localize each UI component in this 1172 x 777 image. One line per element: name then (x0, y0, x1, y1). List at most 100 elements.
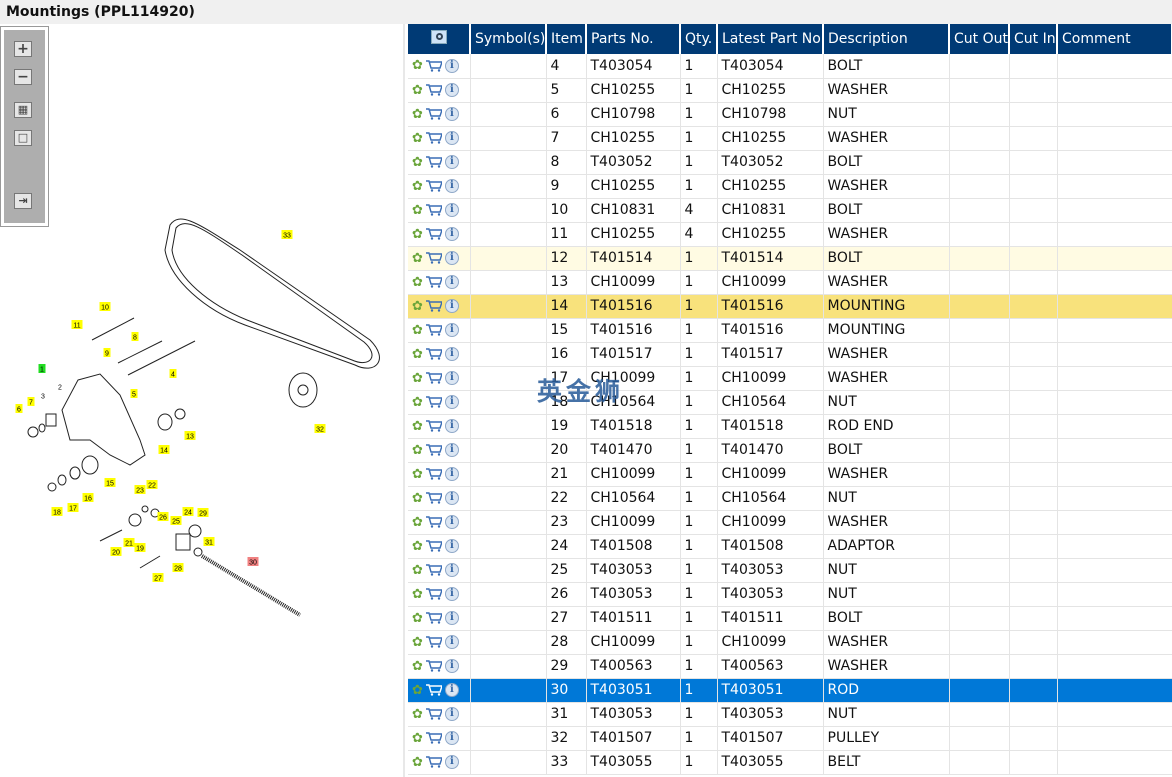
info-icon[interactable]: i (444, 299, 459, 313)
gear-icon[interactable]: ✿ (412, 659, 423, 674)
column-header[interactable]: Comment (1057, 24, 1172, 54)
table-row[interactable]: ✿ i 24 T401508 1 T401508 ADAPTOR (408, 534, 1172, 559)
info-icon[interactable]: i (444, 707, 459, 721)
cart-icon[interactable] (425, 564, 442, 576)
info-icon[interactable]: i (444, 179, 459, 193)
cart-icon[interactable] (425, 540, 442, 552)
info-icon[interactable]: i (444, 587, 459, 601)
callout-19[interactable]: 19 (134, 543, 146, 553)
column-header[interactable]: Description (823, 24, 950, 54)
table-row[interactable]: ✿ i 16 T401517 1 T401517 WASHER (408, 342, 1172, 367)
callout-23[interactable]: 23 (134, 485, 146, 495)
column-header[interactable]: Parts No. (586, 24, 681, 54)
callout-4[interactable]: 4 (169, 369, 177, 379)
cart-icon[interactable] (425, 588, 442, 600)
callout-30[interactable]: 30 (247, 557, 259, 567)
table-row[interactable]: ✿ i 13 CH10099 1 CH10099 WASHER (408, 270, 1172, 295)
cart-icon[interactable] (425, 636, 442, 648)
callout-8[interactable]: 8 (131, 332, 139, 342)
table-row[interactable]: ✿ i 5 CH10255 1 CH10255 WASHER (408, 78, 1172, 103)
gear-icon[interactable]: ✿ (412, 227, 423, 242)
info-icon[interactable]: i (444, 323, 459, 337)
gear-icon[interactable]: ✿ (412, 707, 423, 722)
gear-icon[interactable]: ✿ (412, 491, 423, 506)
gear-icon[interactable]: ✿ (412, 58, 423, 73)
info-icon[interactable]: i (444, 563, 459, 577)
info-icon[interactable]: i (444, 635, 459, 649)
table-row[interactable]: ✿ i 30 T403051 1 T403051 ROD (408, 678, 1172, 703)
table-row[interactable]: ✿ i 20 T401470 1 T401470 BOLT (408, 438, 1172, 463)
gear-icon[interactable]: ✿ (412, 683, 423, 698)
gear-icon[interactable]: ✿ (412, 203, 423, 218)
gear-icon[interactable]: ✿ (412, 635, 423, 650)
table-row[interactable]: ✿ i 6 CH10798 1 CH10798 NUT (408, 102, 1172, 127)
info-icon[interactable]: i (444, 107, 459, 121)
column-header[interactable]: Symbol(s) (470, 24, 547, 54)
info-icon[interactable]: i (444, 58, 459, 73)
callout-5[interactable]: 5 (130, 389, 138, 399)
cart-icon[interactable] (425, 228, 442, 240)
zoom-in-button[interactable]: + (14, 41, 32, 57)
info-icon[interactable]: i (444, 131, 459, 145)
cart-icon[interactable] (425, 252, 442, 264)
callout-28[interactable]: 28 (172, 563, 184, 573)
table-row[interactable]: ✿ i 8 T403052 1 T403052 BOLT (408, 150, 1172, 175)
gear-icon[interactable]: ✿ (412, 755, 423, 770)
cart-icon[interactable] (425, 660, 442, 672)
table-row[interactable]: ✿ i 22 CH10564 1 CH10564 NUT (408, 486, 1172, 511)
cart-icon[interactable] (425, 612, 442, 624)
table-row[interactable]: ✿ i 11 CH10255 4 CH10255 WASHER (408, 222, 1172, 247)
column-header[interactable]: Latest Part No. (717, 24, 825, 54)
callout-11[interactable]: 11 (71, 320, 83, 330)
table-row[interactable]: ✿ i 17 CH10099 1 CH10099 WASHER (408, 366, 1172, 391)
callout-21[interactable]: 21 (123, 538, 135, 548)
table-row[interactable]: ✿ i 12 T401514 1 T401514 BOLT (408, 246, 1172, 271)
callout-15[interactable]: 15 (104, 478, 116, 488)
toggle-panel-button[interactable]: ⇥ (14, 193, 32, 209)
callout-10[interactable]: 10 (99, 302, 111, 312)
cart-icon[interactable] (425, 444, 442, 456)
info-icon[interactable]: i (444, 371, 459, 385)
callout-25[interactable]: 25 (170, 516, 182, 526)
cart-icon[interactable] (425, 180, 442, 192)
cart-icon[interactable] (425, 60, 442, 72)
actual-size-button[interactable]: □ (14, 130, 32, 146)
diagram-panel[interactable]: 33 10 11 8 9 1 4 5 7 6 13 14 32 15 16 17 18 23 22 26 25 24 29 3… (0, 24, 405, 777)
gear-icon[interactable]: ✿ (412, 419, 423, 434)
info-icon[interactable]: i (444, 755, 459, 769)
cart-icon[interactable] (425, 276, 442, 288)
cart-icon[interactable] (425, 684, 442, 696)
callout-1[interactable]: 1 (38, 364, 46, 374)
info-icon[interactable]: i (444, 659, 459, 673)
table-row[interactable]: ✿ i 23 CH10099 1 CH10099 WASHER (408, 510, 1172, 535)
callout-33[interactable]: 33 (281, 230, 293, 240)
cart-icon[interactable] (425, 324, 442, 336)
callout-32[interactable]: 32 (314, 424, 326, 434)
gear-icon[interactable]: ✿ (412, 467, 423, 482)
table-row[interactable]: ✿ i 27 T401511 1 T401511 BOLT (408, 606, 1172, 631)
gear-icon[interactable]: ✿ (412, 443, 423, 458)
info-icon[interactable]: i (444, 467, 459, 481)
table-row[interactable]: ✿ i 7 CH10255 1 CH10255 WASHER (408, 126, 1172, 151)
column-header[interactable]: Item (546, 24, 587, 54)
callout-18[interactable]: 18 (51, 507, 63, 517)
cart-icon[interactable] (425, 708, 442, 720)
info-icon[interactable]: i (444, 203, 459, 217)
gear-icon[interactable]: ✿ (412, 83, 423, 98)
gear-icon[interactable]: ✿ (412, 155, 423, 170)
callout-14[interactable]: 14 (158, 445, 170, 455)
column-header[interactable]: Cut In (1009, 24, 1058, 54)
gear-icon[interactable]: ✿ (412, 131, 423, 146)
gear-icon[interactable]: ✿ (412, 179, 423, 194)
table-row[interactable]: ✿ i 28 CH10099 1 CH10099 WASHER (408, 630, 1172, 655)
exploded-parts-diagram[interactable]: 3310118914576131432151617182322262524 293… (0, 24, 405, 777)
cart-icon[interactable] (425, 732, 442, 744)
info-icon[interactable]: i (444, 227, 459, 241)
gear-icon[interactable]: ✿ (412, 371, 423, 386)
cart-icon[interactable] (425, 132, 442, 144)
info-icon[interactable]: i (444, 395, 459, 409)
table-row[interactable]: ✿ i 4 T403054 1 T403054 BOLT (408, 54, 1172, 79)
cart-icon[interactable] (425, 204, 442, 216)
info-icon[interactable]: i (444, 443, 459, 457)
table-row[interactable]: ✿ i 21 CH10099 1 CH10099 WASHER (408, 462, 1172, 487)
